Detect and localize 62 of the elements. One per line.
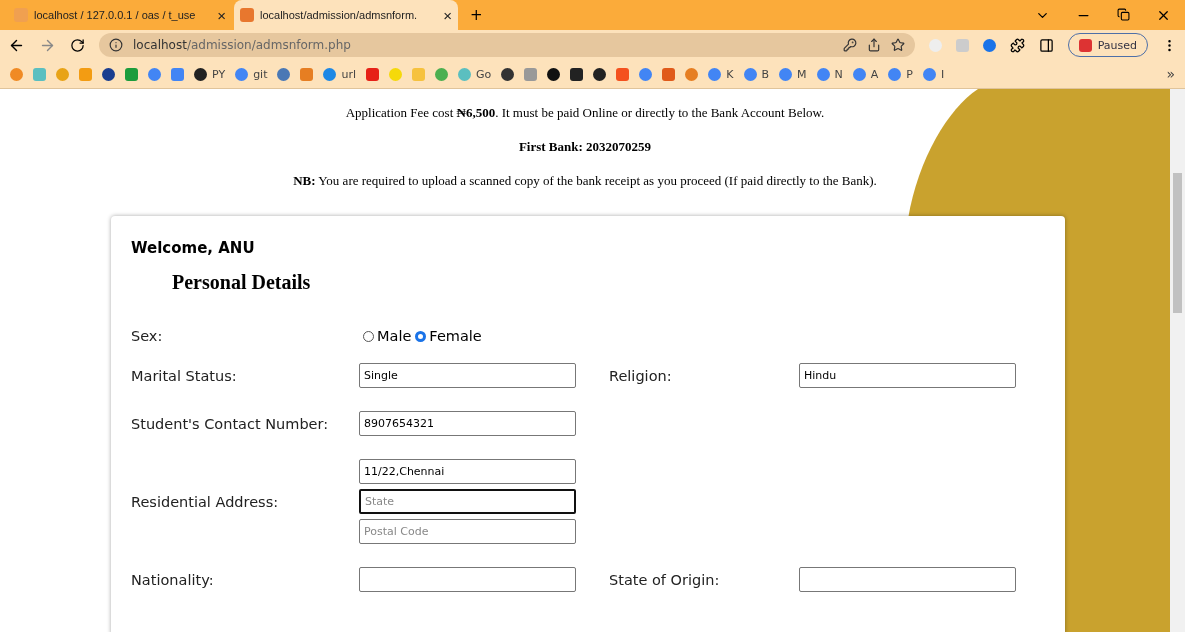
bookmark-label[interactable]: A [870, 67, 879, 81]
close-tab-button[interactable]: × [443, 6, 452, 24]
radio-label[interactable]: Male [377, 328, 412, 344]
notice-text: NB: You are required to upload a scanned copy of the bank receipt as you proceed (If paid directly to the Bank). [293, 173, 877, 189]
restore-icon[interactable] [1117, 7, 1130, 21]
input-field[interactable]: 8907654321 [359, 411, 576, 436]
notice-text: Application Fee cost ₦6,500. It must be paid Online or directly to the Bank Account Below. [345, 105, 825, 121]
bookmark-icon[interactable] [501, 67, 515, 81]
bookmark-label[interactable]: url [341, 67, 357, 81]
bookmark-label[interactable]: N [834, 67, 843, 81]
welcome-text: Welcome, ANU [131, 239, 255, 257]
scrollbar-thumb[interactable] [1173, 173, 1182, 313]
bookmark-label[interactable]: git [253, 67, 268, 81]
input-field[interactable] [359, 567, 576, 592]
input-field[interactable]: Hindu [799, 363, 1016, 388]
bookmark-label[interactable]: Go [476, 67, 492, 81]
address-bar[interactable]: localhost/admission/admsnform.php [99, 33, 915, 57]
bookmark-label[interactable]: P [906, 67, 913, 81]
bookmark-label[interactable]: I [941, 67, 945, 81]
field-label: Nationality: [131, 571, 215, 588]
info-icon [109, 38, 123, 52]
input-field[interactable]: Single [359, 363, 576, 388]
field-label: Marital Status: [131, 367, 238, 384]
side-panel-icon[interactable] [1038, 37, 1054, 53]
url-text: localhost/admission/admsnform.php [133, 38, 352, 52]
browser-tab[interactable]: localhost/admission/admsnform. × [234, 0, 458, 30]
bookmark-icon[interactable] [593, 67, 607, 81]
input-field[interactable]: Postal Code [359, 519, 576, 544]
bookmark-icon[interactable] [547, 67, 561, 81]
bookmark-label[interactable]: B [761, 67, 770, 81]
field-label: Religion: [609, 367, 673, 384]
section-heading: Personal Details [172, 271, 311, 294]
input-field[interactable] [799, 567, 1016, 592]
field-label: State of Origin: [609, 571, 721, 588]
star-icon[interactable] [890, 38, 905, 52]
notice-text: First Bank: 2032070259 [518, 139, 652, 155]
key-icon[interactable] [842, 38, 857, 52]
bookmark-label[interactable]: K [726, 67, 734, 81]
field-label: Residential Address: [131, 493, 280, 510]
extension-icon[interactable] [982, 38, 996, 52]
close-tab-button[interactable]: × [217, 6, 226, 24]
bookmark-label[interactable]: PY [212, 67, 226, 81]
field-label: Student's Contact Number: [131, 415, 330, 432]
scrollbar[interactable] [1170, 89, 1185, 632]
radio-button[interactable] [415, 330, 427, 342]
bookmark-icon[interactable] [570, 67, 584, 81]
new-tab-button[interactable]: + [470, 6, 483, 24]
tab-title: localhost / 127.0.0.1 / oas / t_use [34, 9, 197, 21]
reload-icon[interactable] [70, 37, 85, 53]
puzzle-icon[interactable] [1009, 37, 1025, 53]
browser-tab[interactable]: localhost / 127.0.0.1 / oas / t_use × [8, 0, 232, 30]
input-field[interactable]: State [359, 489, 576, 514]
more-bookmarks-button[interactable]: » [1166, 66, 1175, 82]
radio-label[interactable]: Female [429, 328, 482, 344]
bookmark-label[interactable]: M [797, 67, 807, 81]
bookmark-icon[interactable] [102, 67, 115, 81]
avatar-icon [1078, 38, 1092, 52]
tab-title: localhost/admission/admsnform. [260, 9, 419, 21]
input-field[interactable]: 11/22,Chennai [359, 459, 576, 484]
favicon-icon [240, 8, 254, 22]
field-label: Sex: [131, 328, 164, 344]
share-icon[interactable] [866, 38, 881, 52]
